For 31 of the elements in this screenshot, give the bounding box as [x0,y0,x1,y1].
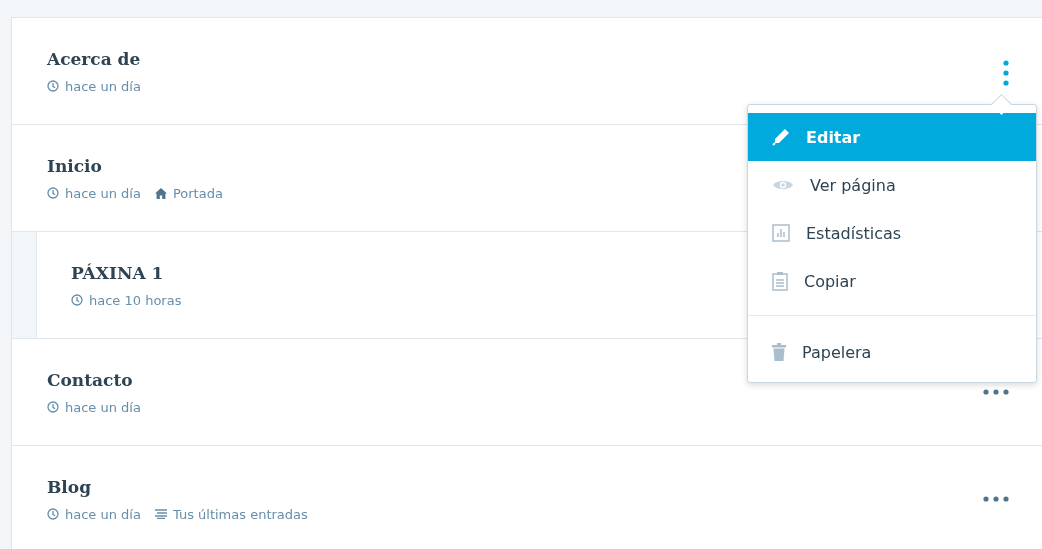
menu-item[interactable]: Copiar [748,257,1036,305]
trash-icon [772,343,786,361]
clock-icon [47,187,59,199]
lines-icon [154,509,167,519]
modified-time: hace un día [65,78,141,94]
modified-time: hace un día [65,185,141,201]
modified-time: hace 10 horas [89,292,182,308]
pencil-icon [772,128,790,146]
menu-item[interactable]: Estadísticas [748,209,1036,257]
clock-icon [47,80,59,92]
ellipsis-icon [983,389,1009,395]
page-title[interactable]: Acerca de [47,48,141,69]
home-icon [154,187,167,199]
page-tag: Tus últimas entradas [172,506,308,522]
page-title[interactable]: Inicio [47,155,102,176]
page-title[interactable]: PÁXINA 1 [71,262,164,283]
page-title[interactable]: Contacto [47,369,133,390]
clock-icon [47,401,59,413]
page-title[interactable]: Blog [47,476,92,497]
clipboard-icon [772,271,788,291]
clock-icon [47,508,59,520]
clock-icon [71,294,83,306]
bar-chart-icon [772,224,790,242]
menu-item[interactable]: Papelera [748,328,1036,376]
modified-time: hace un día [65,506,141,522]
ellipsis-icon [983,496,1009,502]
modified-time: hace un día [65,399,141,415]
vertical-ellipsis-icon [1003,60,1009,86]
eye-icon [772,178,794,192]
menu-item[interactable]: Ver página [748,161,1036,209]
page-tag: Portada [172,185,223,201]
